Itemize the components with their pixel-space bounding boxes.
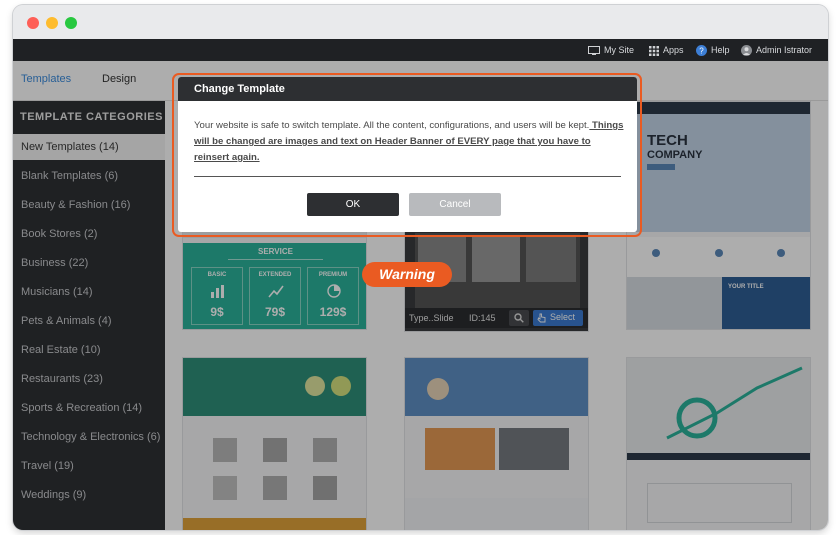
maximize-window-button[interactable] xyxy=(65,17,77,29)
dialog-header: Change Template xyxy=(178,77,637,101)
nav-my-site[interactable]: My Site xyxy=(588,39,634,61)
grid-icon xyxy=(649,45,659,56)
cancel-button[interactable]: Cancel xyxy=(409,193,501,216)
nav-apps-label: Apps xyxy=(663,45,684,55)
top-navigation-bar: My Site Apps ? Help Admin Istrator xyxy=(13,39,828,61)
dialog-divider xyxy=(194,176,621,177)
minimize-window-button[interactable] xyxy=(46,17,58,29)
svg-text:?: ? xyxy=(699,46,704,55)
window-titlebar xyxy=(13,5,828,39)
dialog-title: Change Template xyxy=(194,83,285,95)
change-template-dialog: Change Template Your website is safe to … xyxy=(178,77,637,232)
nav-help-label: Help xyxy=(711,45,730,55)
warning-callout: Warning xyxy=(362,262,452,287)
user-avatar-icon xyxy=(741,45,752,57)
nav-user-label: Admin Istrator xyxy=(756,45,813,55)
ok-button[interactable]: OK xyxy=(307,193,399,216)
dialog-message: Your website is safe to switch template.… xyxy=(194,118,624,166)
monitor-icon xyxy=(588,46,600,56)
nav-user-menu[interactable]: Admin Istrator xyxy=(741,39,812,61)
question-icon: ? xyxy=(696,45,707,57)
nav-apps[interactable]: Apps xyxy=(649,39,684,61)
nav-my-site-label: My Site xyxy=(604,45,635,55)
nav-help[interactable]: ? Help xyxy=(696,39,730,61)
dialog-message-intro: Your website is safe to switch template.… xyxy=(194,120,590,131)
close-window-button[interactable] xyxy=(27,17,39,29)
